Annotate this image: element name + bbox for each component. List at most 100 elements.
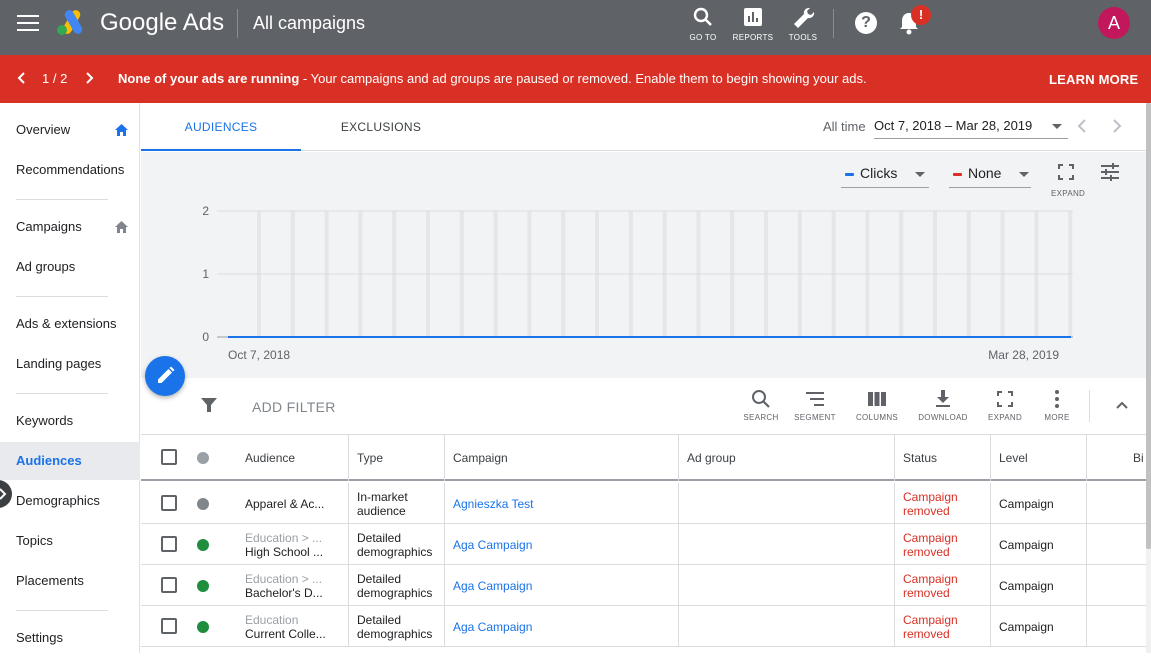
fullscreen-icon: [1058, 164, 1074, 180]
table-row[interactable]: Education Current Colle... Detailed demogr…: [141, 606, 1146, 647]
status-dot[interactable]: [197, 621, 209, 633]
chevron-right-icon[interactable]: [1110, 118, 1124, 134]
cell-campaign[interactable]: Aga Campaign: [445, 524, 679, 565]
table-row[interactable]: Education > ... Bachelor's D... Detailed d…: [141, 565, 1146, 606]
cell-campaign[interactable]: Aga Campaign: [445, 606, 679, 647]
menu-icon[interactable]: [17, 15, 39, 31]
chevron-up-icon[interactable]: [1114, 399, 1130, 411]
x-tick-label: Mar 28, 2019: [988, 348, 1059, 362]
date-range-value: Oct 7, 2018 – Mar 28, 2019: [874, 118, 1033, 133]
metric1-color-swatch: [845, 173, 854, 176]
date-range-picker[interactable]: Oct 7, 2018 – Mar 28, 2019: [874, 118, 1068, 139]
sidebar-item-overview[interactable]: Overview: [0, 111, 140, 149]
reports-button[interactable]: REPORTS: [731, 6, 775, 42]
sidebar-item-landing-pages[interactable]: Landing pages: [0, 345, 140, 383]
column-header-type[interactable]: Type: [349, 435, 445, 481]
chart-settings-icon[interactable]: [1100, 162, 1120, 182]
cell-audience-text: Bachelor's D...: [245, 585, 323, 600]
row-checkbox[interactable]: [161, 495, 177, 511]
cell-type: In-market audience: [349, 483, 445, 524]
column-header-campaign[interactable]: Campaign: [445, 435, 679, 481]
select-all-checkbox[interactable]: [161, 449, 177, 465]
avatar[interactable]: A: [1098, 7, 1130, 39]
cell-campaign-text[interactable]: Agnieszka Test: [453, 497, 678, 511]
table-row[interactable]: Education > ... High School ... Detailed d…: [141, 524, 1146, 565]
sidebar-item-keywords[interactable]: Keywords: [0, 402, 140, 440]
sidebar-item-ads-extensions[interactable]: Ads & extensions: [0, 305, 140, 343]
line-chart: 2 1 0 Oct 7, 2018 Mar 28, 2019: [202, 204, 1073, 362]
add-filter-button[interactable]: ADD FILTER: [252, 399, 336, 415]
cell-type: Detailed demographics: [349, 606, 445, 647]
audience-category: Education > ...: [245, 530, 323, 545]
metric2-label: None: [968, 165, 1002, 181]
row-checkbox[interactable]: [161, 577, 177, 593]
cell-campaign[interactable]: Agnieszka Test: [445, 483, 679, 524]
tab-audiences[interactable]: AUDIENCES: [141, 103, 301, 151]
status-dot[interactable]: [197, 498, 209, 510]
sidebar-item-recommendations[interactable]: Recommendations: [0, 151, 140, 189]
chevron-left-icon[interactable]: [1075, 118, 1089, 134]
goto-button[interactable]: GO TO: [681, 6, 725, 42]
sidebar-item-audiences[interactable]: Audiences: [0, 442, 140, 480]
edit-fab-button[interactable]: [145, 356, 185, 396]
tab-exclusions[interactable]: EXCLUSIONS: [301, 103, 461, 151]
sidebar-item-topics[interactable]: Topics: [0, 522, 140, 560]
sidebar-item-label: Placements: [16, 573, 84, 588]
status-dot[interactable]: [197, 580, 209, 592]
chevron-left-icon[interactable]: [15, 71, 27, 85]
cell-ad-group: [679, 606, 895, 647]
sidebar-item-label: Overview: [16, 122, 71, 137]
status-dot[interactable]: [197, 539, 209, 551]
sidebar-divider: [16, 393, 108, 394]
toolbar-label: MORE: [1044, 413, 1070, 422]
learn-more-link[interactable]: LEARN MORE: [1049, 72, 1138, 87]
help-icon[interactable]: ?: [855, 12, 877, 34]
column-header-status[interactable]: Status: [895, 435, 991, 481]
cell-status-text: Campaign removed: [903, 530, 958, 559]
column-header-bid[interactable]: Bi: [1087, 435, 1146, 481]
cell-campaign-text[interactable]: Aga Campaign: [453, 538, 678, 552]
tab-bar: AUDIENCES EXCLUSIONS All time Oct 7, 201…: [141, 103, 1146, 151]
home-icon: [115, 221, 128, 233]
google-ads-logo-icon: [57, 10, 83, 35]
cell-status: Campaign removed: [895, 565, 991, 606]
caret-down-icon: [1052, 124, 1062, 129]
cell-campaign-text[interactable]: Aga Campaign: [453, 620, 678, 634]
cell-campaign[interactable]: Aga Campaign: [445, 565, 679, 606]
cell-level: Campaign: [991, 483, 1087, 524]
cell-type-text: Detailed demographics: [357, 612, 433, 641]
sidebar-item-campaigns[interactable]: Campaigns: [0, 208, 140, 246]
column-header-level[interactable]: Level: [991, 435, 1087, 481]
cell-audience: Education > ... Bachelor's D...: [237, 565, 349, 606]
sidebar-item-ad-groups[interactable]: Ad groups: [0, 248, 140, 286]
x-tick-label: Oct 7, 2018: [228, 348, 290, 362]
row-checkbox[interactable]: [161, 536, 177, 552]
scrollbar-thumb[interactable]: [1146, 103, 1151, 549]
row-checkbox[interactable]: [161, 618, 177, 634]
tools-button[interactable]: TOOLS: [781, 6, 825, 42]
column-header-audience[interactable]: Audience: [237, 435, 349, 481]
chevron-right-icon[interactable]: [84, 71, 96, 85]
metric1-dropdown[interactable]: Clicks: [841, 164, 929, 188]
audience-category: Education > ...: [245, 571, 323, 586]
column-header-ad-group[interactable]: Ad group: [679, 435, 895, 481]
more-button[interactable]: MORE: [1032, 389, 1082, 422]
sidebar-item-demographics[interactable]: Demographics: [0, 482, 140, 520]
segment-button[interactable]: SEGMENT: [790, 389, 840, 422]
sidebar-item-placements[interactable]: Placements: [0, 562, 140, 600]
search-table-button[interactable]: SEARCH: [736, 389, 786, 422]
expand-table-button[interactable]: EXPAND: [980, 389, 1030, 422]
columns-button[interactable]: COLUMNS: [852, 389, 902, 422]
cell-ad-group: [679, 565, 895, 606]
filter-icon[interactable]: [200, 396, 218, 414]
expand-chart-button[interactable]: EXPAND: [1051, 164, 1085, 198]
table-row[interactable]: Apparel & Ac... In-market audience Agniesz…: [141, 483, 1146, 524]
download-button[interactable]: DOWNLOAD: [918, 389, 968, 422]
metric1-label: Clicks: [860, 165, 898, 181]
sidebar-item-settings[interactable]: Settings: [0, 619, 140, 657]
metric2-dropdown[interactable]: None: [949, 164, 1031, 188]
cell-level-text: Campaign: [999, 496, 1054, 511]
cell-campaign-text[interactable]: Aga Campaign: [453, 579, 678, 593]
cell-type: Detailed demographics: [349, 565, 445, 606]
tool-label: REPORTS: [732, 33, 774, 42]
